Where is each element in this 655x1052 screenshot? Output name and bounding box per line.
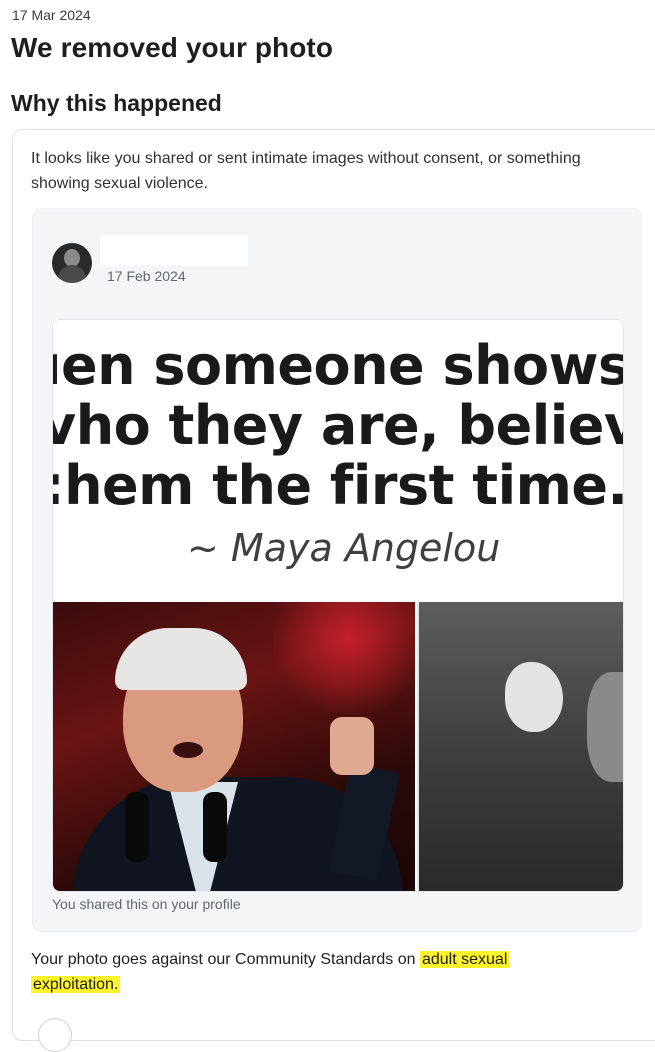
avatar [52, 243, 92, 283]
notice-date: 17 Mar 2024 [12, 7, 91, 23]
policy-link-adult-sexual[interactable]: adult sexual [419, 951, 510, 968]
policy-prefix: Your photo goes against our Community St… [31, 951, 420, 968]
author-name-redaction [100, 235, 248, 266]
photo-left-speaker [53, 602, 415, 891]
post-date: 17 Feb 2024 [107, 268, 186, 284]
page-title: We removed your photo [11, 32, 334, 63]
quote-line-1: ıen someone shows [53, 334, 623, 397]
bottom-icon-circle [38, 1018, 72, 1052]
policy-link-exploitation[interactable]: exploitation. [31, 976, 121, 993]
quote-line-3: :hem the first time. [53, 454, 623, 517]
policy-text: Your photo goes against our Community St… [31, 947, 621, 997]
quote-text-area: ıen someone shows vho they are, believ :… [53, 320, 623, 602]
reason-text: It looks like you shared or sent intimat… [31, 150, 581, 192]
quote-author: ~ Maya Angelou [187, 526, 501, 570]
photo-right-grayscale [417, 602, 623, 891]
post-image: ıen someone shows vho they are, believ :… [52, 319, 624, 892]
shared-caption: You shared this on your profile [52, 896, 241, 912]
quote-line-2: vho they are, believ [53, 394, 623, 457]
section-heading: Why this happened [11, 90, 222, 116]
